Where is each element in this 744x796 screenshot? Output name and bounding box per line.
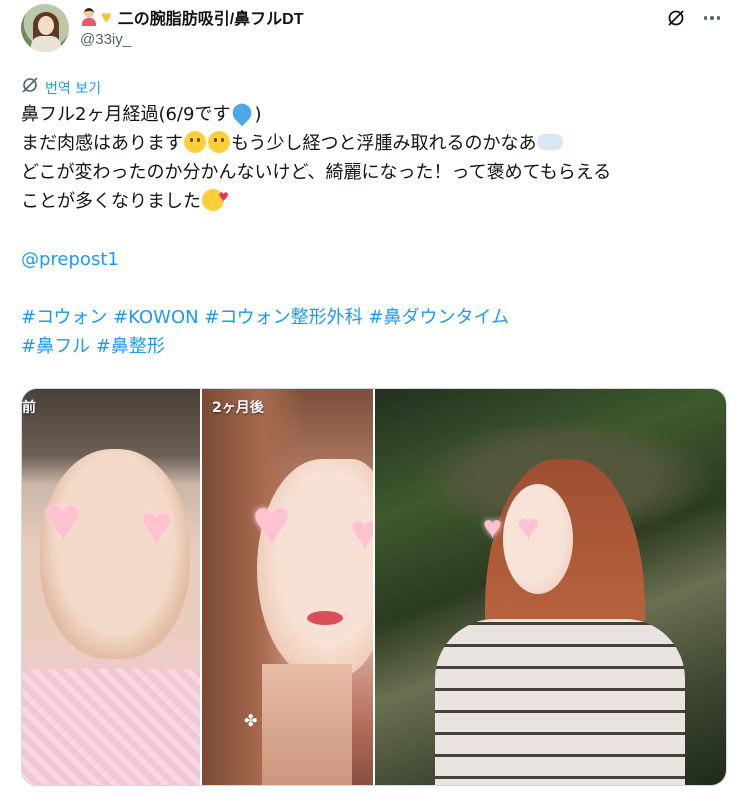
more-icon[interactable] <box>702 8 722 28</box>
avatar-body <box>31 36 61 52</box>
display-name[interactable]: 二の腕脂肪吸引/鼻フルDT <box>118 5 304 29</box>
yellow-heart-icon: ♥ <box>101 7 112 27</box>
media-photo-after[interactable]: ✤ ♥ ♥ 2ヶ月後 <box>202 389 373 785</box>
translate-label[interactable]: 번역 보기 <box>45 78 101 98</box>
media-photo-full[interactable]: ♥ ♥ <box>375 389 726 785</box>
tweet-line-1: 鼻フル2ヶ月経過(6/9です) <box>21 99 726 129</box>
smiling-hearts-icon <box>202 183 229 212</box>
sweat-droplets-icon <box>229 99 256 127</box>
handle[interactable]: @33iy_ <box>80 31 303 48</box>
media-grid[interactable]: ♥ ♥ 前 ✤ ♥ ♥ 2ヶ月後 ♥ ♥ <box>21 388 727 786</box>
translate-icon <box>21 76 39 99</box>
photo-label-before: 前 <box>22 400 36 416</box>
name-row[interactable]: ♥ 二の腕脂肪吸引/鼻フルDT <box>80 6 303 28</box>
heart-sticker-icon: ♥ <box>44 483 82 555</box>
avatar[interactable] <box>21 4 69 52</box>
user-block: ♥ 二の腕脂肪吸引/鼻フルDT @33iy_ <box>80 6 303 48</box>
tweet-text: 鼻フル2ヶ月経過(6/9です) まだ肉感はあります もう少し経つと浮腫み取れるのか… <box>21 99 726 361</box>
heart-sticker-icon: ♥ <box>140 493 174 556</box>
tweet-line-4: ことが多くなりました <box>21 183 726 216</box>
photo-label-after: 2ヶ月後 <box>212 400 264 416</box>
person-emoji-icon <box>80 8 98 26</box>
hashtags-line-2[interactable]: #鼻フル #鼻整形 <box>21 332 726 361</box>
tweet-line-3: どこが変わったのか分かんないけど、綺麗になった！って褒めてもらえる <box>21 162 612 183</box>
hashtags-line-1[interactable]: #コウォン #KOWON #コウォン整形外科 #鼻ダウンタイム <box>21 303 726 332</box>
top-actions <box>666 8 722 28</box>
crying-face-icon <box>184 131 206 153</box>
heart-sticker-icon: ♥ <box>517 507 540 549</box>
clover-pendant-icon: ✤ <box>244 713 258 730</box>
heart-sticker-icon: ♥ <box>252 485 292 559</box>
heart-sticker-icon: ♥ <box>350 507 373 557</box>
mention-link[interactable]: @prepost1 <box>21 245 726 274</box>
avatar-face <box>38 16 54 35</box>
tweet-line-2: まだ肉感はあります もう少し経つと浮腫み取れるのかなあ <box>21 129 726 158</box>
translate-row[interactable]: 번역 보기 <box>21 76 101 99</box>
heart-sticker-icon: ♥ <box>483 509 502 545</box>
grok-icon[interactable] <box>666 8 686 28</box>
dash-cloud-icon <box>537 134 564 150</box>
crying-face-icon <box>208 131 230 153</box>
media-photo-before[interactable]: ♥ ♥ 前 <box>22 389 200 785</box>
